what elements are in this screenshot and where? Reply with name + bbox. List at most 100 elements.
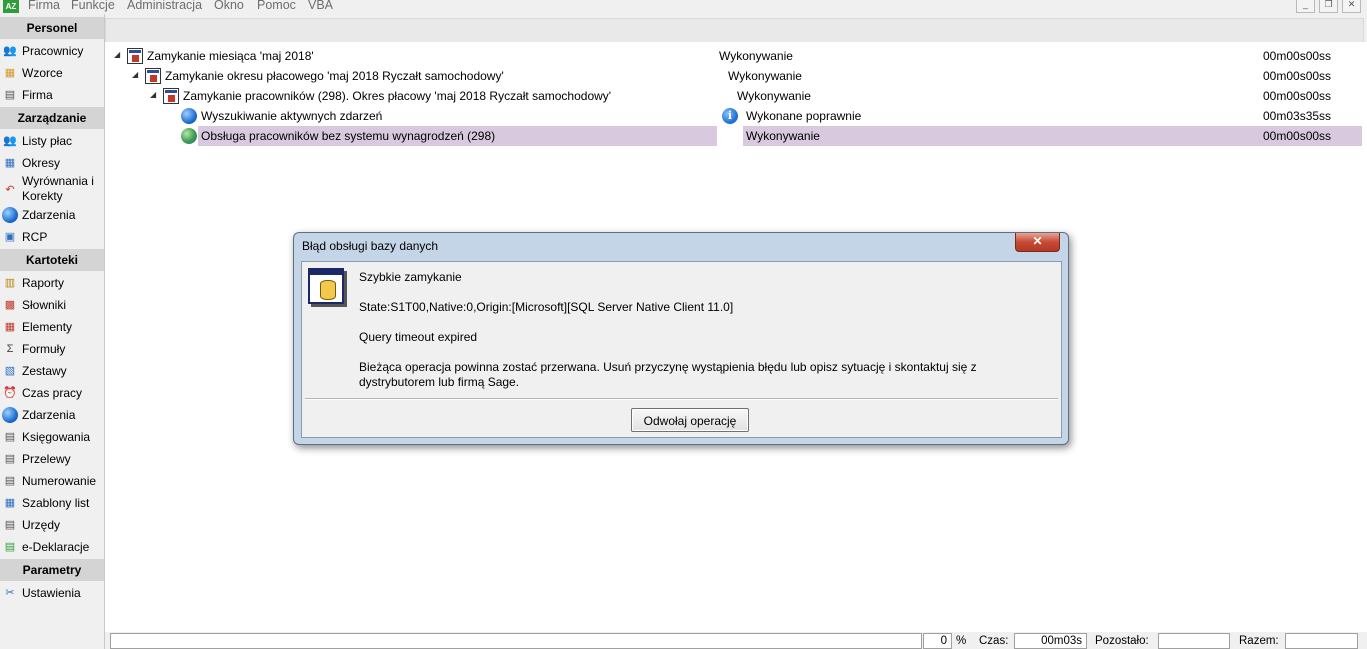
czas-label: Czas: (979, 635, 1009, 647)
sidebar-item-label: Szablony list (22, 496, 90, 510)
row-status: Wykonane poprawnie (746, 109, 862, 123)
sidebar-item-zdarzenia[interactable]: Zdarzenia (0, 205, 104, 225)
report-icon: ▥ (4, 277, 16, 289)
sidebar-item-slowniki[interactable]: ▩ Słowniki (0, 295, 104, 315)
sidebar-item-label: Zdarzenia (22, 208, 76, 222)
section-kartoteki[interactable]: Kartoteki (0, 249, 104, 271)
sidebar-item-rcp[interactable]: ▣ RCP (0, 227, 104, 247)
sidebar-item-numerowanie[interactable]: ▤ Numerowanie (0, 471, 104, 491)
row-name: Zamykanie pracowników (298). Okres płaco… (183, 89, 612, 103)
row-time: 00m03s35ss (1263, 109, 1332, 123)
czas-value: 00m03s (1014, 633, 1087, 649)
tree-row[interactable]: ◢ Zamykanie miesiąca 'maj 2018' Wykonywa… (105, 46, 1367, 66)
dialog-instructions: Bieżąca operacja powinna zostać przerwan… (359, 360, 977, 389)
sidebar-item-formuly[interactable]: Σ Formuły (0, 339, 104, 359)
sidebar-item-okresy[interactable]: ▦ Okresy (0, 153, 104, 173)
payroll-list-icon: 👥 (3, 135, 17, 147)
sidebar-item-szablony-list[interactable]: ▦ Szablony list (0, 493, 104, 513)
toolbar (0, 14, 1367, 43)
alarm-clock-icon: ⏰ (3, 387, 17, 399)
sidebar: Personel 👥 Pracownicy ▦ Wzorce ▤ Firma Z… (0, 14, 105, 649)
globe-running-icon (181, 128, 197, 144)
sidebar-item-zdarzenia-kartoteki[interactable]: Zdarzenia (0, 405, 104, 425)
dialog-operation-name: Szybkie zamykanie (359, 270, 462, 284)
dialog-title: Błąd obsługi bazy danych (302, 239, 439, 253)
sidebar-item-wzorce[interactable]: ▦ Wzorce (0, 63, 104, 83)
row-name: Zamykanie okresu płacowego 'maj 2018 Ryc… (165, 69, 504, 83)
sidebar-item-e-deklaracje[interactable]: ▤ e-Deklaracje (0, 537, 104, 557)
sidebar-item-label: Formuły (22, 342, 66, 356)
sidebar-item-wyrownania[interactable]: ↶ Wyrównania i Korekty (0, 174, 104, 204)
sidebar-item-listy-plac[interactable]: 👥 Listy płac (0, 131, 104, 151)
cancel-operation-button[interactable]: Odwołaj operację (631, 408, 749, 432)
time-clock-icon: ▣ (4, 231, 16, 243)
office-icon: ▤ (4, 519, 16, 531)
sidebar-item-zestawy[interactable]: ▧ Zestawy (0, 361, 104, 381)
sidebar-item-label: Raporty (22, 276, 65, 290)
sidebar-item-label: Przelewy (22, 452, 71, 466)
dialog-state-text: State:S1T00,Native:0,Origin:[Microsoft][… (359, 300, 734, 314)
minimize-icon[interactable]: _ (1296, 0, 1315, 13)
section-parametry[interactable]: Parametry (0, 559, 104, 581)
collapse-arrow-icon[interactable]: ◢ (150, 90, 156, 99)
menu-administracja[interactable]: Administracja (127, 0, 202, 12)
sidebar-item-label: Listy płac (22, 134, 73, 148)
row-time: 00m00s00ss (1263, 69, 1332, 83)
task-icon (145, 68, 161, 84)
sidebar-item-label: Elementy (22, 320, 73, 334)
sidebar-item-ustawienia[interactable]: ✂ Ustawienia (0, 583, 104, 603)
sidebar-item-firma[interactable]: ▤ Firma (0, 85, 104, 105)
restore-icon[interactable]: ❐ (1319, 0, 1338, 13)
window-controls: _ ❐ ✕ (1296, 0, 1361, 13)
row-status: Wykonywanie (746, 129, 820, 143)
tree-row-selected[interactable]: Obsługa pracowników bez systemu wynagrod… (105, 126, 1367, 146)
sidebar-item-elementy[interactable]: ▦ Elementy (0, 317, 104, 337)
collapse-arrow-icon[interactable]: ◢ (132, 70, 138, 79)
razem-value (1285, 633, 1358, 649)
status-message-box (110, 633, 922, 649)
sidebar-item-pracownicy[interactable]: 👥 Pracownicy (0, 41, 104, 61)
sidebar-item-ksiegowania[interactable]: ▤ Księgowania (0, 427, 104, 447)
numbering-icon: ▤ (4, 475, 16, 487)
section-personel[interactable]: Personel (0, 17, 104, 39)
row-name: Wyszukiwanie aktywnych zdarzeń (201, 109, 383, 123)
document-icon: ▤ (4, 89, 16, 101)
tree-row[interactable]: ◢ Zamykanie okresu płacowego 'maj 2018 R… (105, 66, 1367, 86)
row-status: Wykonywanie (737, 89, 811, 103)
globe-icon (2, 407, 18, 423)
globe-icon (2, 207, 18, 223)
sidebar-item-urzedy[interactable]: ▤ Urzędy (0, 515, 104, 535)
set-icon: ▧ (4, 365, 16, 377)
sidebar-item-label: Wzorce (22, 66, 63, 80)
tree-row[interactable]: ◢ Zamykanie pracowników (298). Okres pła… (105, 86, 1367, 106)
status-bar: 0 % Czas: 00m03s Pozostało: Razem: (105, 632, 1367, 649)
menu-funkcje[interactable]: Funkcje (71, 0, 115, 12)
tree-row[interactable]: Wyszukiwanie aktywnych zdarzeń i Wykonan… (105, 106, 1367, 126)
template-icon: ▦ (4, 67, 16, 79)
collapse-arrow-icon[interactable]: ◢ (114, 50, 120, 59)
sidebar-item-przelewy[interactable]: ▤ Przelewy (0, 449, 104, 469)
close-icon[interactable]: ✕ (1342, 0, 1361, 13)
app-logo-icon[interactable]: AZ (3, 0, 19, 13)
sidebar-item-label: Firma (22, 88, 53, 102)
sidebar-item-label: Okresy (22, 156, 61, 170)
menu-pomoc[interactable]: Pomoc (257, 0, 296, 12)
sidebar-item-label: Pracownicy (22, 44, 84, 58)
dialog-close-button[interactable]: ✕ (1015, 233, 1060, 252)
sidebar-item-czas-pracy[interactable]: ⏰ Czas pracy (0, 383, 104, 403)
e-declaration-icon: ▤ (4, 541, 16, 553)
menu-firma[interactable]: Firma (28, 0, 60, 12)
menu-vba[interactable]: VBA (308, 0, 333, 12)
info-icon: i (722, 108, 738, 124)
employees-icon: 👥 (3, 45, 17, 57)
sidebar-item-label: e-Deklaracje (22, 540, 90, 554)
globe-icon (181, 108, 197, 124)
menu-okno[interactable]: Okno (214, 0, 244, 12)
calendar-icon: ▦ (4, 157, 16, 169)
sidebar-item-label: Urzędy (22, 518, 61, 532)
toolbar-area (105, 18, 1364, 43)
row-name: Zamykanie miesiąca 'maj 2018' (147, 49, 314, 63)
sidebar-item-raporty[interactable]: ▥ Raporty (0, 273, 104, 293)
correction-arrow-icon: ↶ (5, 184, 15, 196)
section-zarzadzanie[interactable]: Zarządzanie (0, 107, 104, 129)
